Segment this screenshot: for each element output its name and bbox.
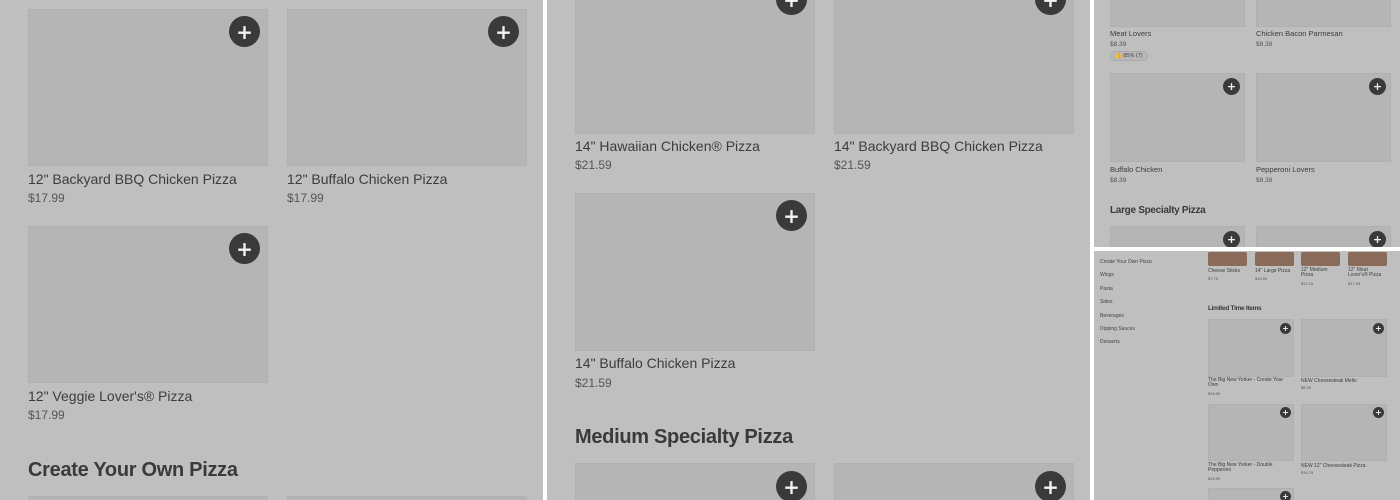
sidebar-item-wings[interactable]: Wings [1100,272,1114,278]
product-image[interactable] [1348,252,1387,266]
add-item-button[interactable]: + [1369,78,1386,95]
add-item-button[interactable]: + [1223,231,1240,247]
product-price: $8.39 [1110,41,1127,48]
product-image[interactable] [287,496,527,500]
product-name[interactable]: 14" Backyard BBQ Chicken Pizza [834,138,1043,154]
sidebar-item-beverages[interactable]: Beverages [1100,313,1124,319]
product-name[interactable]: Meat Lovers [1110,29,1151,38]
product-price: $21.59 [575,376,612,390]
sidebar-item-desserts[interactable]: Desserts [1100,339,1120,345]
add-item-button[interactable]: + [1373,407,1384,418]
product-name[interactable]: 12" Meat Lover's® Pizza [1348,268,1384,278]
add-item-button[interactable]: + [776,200,807,231]
add-item-button[interactable]: + [1035,471,1066,500]
product-name[interactable]: Pepperoni Lovers [1256,165,1315,174]
product-name[interactable]: NEW 12" Cheesesteak Pizza [1301,463,1366,469]
sidebar-item-dipping-sauces[interactable]: Dipping Sauces [1100,326,1135,332]
product-price: $8.39 [1256,177,1273,184]
product-name[interactable]: 12" Medium Pizza [1301,268,1331,278]
product-name[interactable]: Chicken Bacon Parmesan [1256,29,1343,38]
product-image[interactable] [1255,252,1294,266]
product-name[interactable]: Buffalo Chicken [1110,165,1162,174]
product-price: $21.59 [834,158,871,172]
product-name[interactable]: 12" Veggie Lover's® Pizza [28,388,192,404]
add-item-button[interactable]: + [1280,491,1291,500]
product-price: $19.99 [1208,476,1221,481]
product-image[interactable] [28,496,268,500]
product-price: $8.39 [1110,177,1127,184]
add-item-button[interactable]: + [1280,323,1291,334]
product-price: $21.59 [575,158,612,172]
menu-panel-full-page: Create Your Own Pizza Wings Pasta Sides … [1094,251,1400,500]
product-name[interactable]: 12" Buffalo Chicken Pizza [287,171,447,187]
product-name[interactable]: NEW Cheesesteak Melts [1301,378,1357,384]
sidebar-item-pasta[interactable]: Pasta [1100,286,1113,292]
product-name[interactable]: 14" Buffalo Chicken Pizza [575,355,735,371]
product-name[interactable]: 14" Hawaiian Chicken® Pizza [575,138,760,154]
product-price: $8.39 [1301,385,1312,390]
sidebar-item-create-your-own-pizza[interactable]: Create Your Own Pizza [1100,259,1152,265]
product-price: $16.79 [1301,470,1314,475]
menu-panel-14in-specialty: + 14" Hawaiian Chicken® Pizza $21.59 + 1… [547,0,1090,500]
sidebar-item-sides[interactable]: Sides [1100,299,1113,305]
product-price: $19.99 [1208,391,1221,396]
product-name[interactable]: The Big New Yorker - Double Pepperoni [1208,463,1292,473]
product-price: $17.99 [1348,281,1361,286]
product-price: $17.99 [28,408,65,422]
add-item-button[interactable]: + [229,233,260,264]
product-image[interactable] [1301,252,1340,266]
add-item-button[interactable]: + [1373,323,1384,334]
product-image[interactable] [1208,252,1247,266]
menu-panel-12in-specialty: + 12" Backyard BBQ Chicken Pizza $17.99 … [0,0,543,500]
section-heading: Create Your Own Pizza [28,459,238,481]
add-item-button[interactable]: + [1369,231,1386,247]
product-name[interactable]: Cheese Sticks [1208,268,1240,274]
product-name[interactable]: The Big New Yorker - Create Your Own [1208,378,1292,388]
product-price: $17.99 [287,191,324,205]
section-heading: Limited Time Items [1208,305,1262,312]
product-image[interactable] [834,0,1074,134]
add-item-button[interactable]: + [776,471,807,500]
product-image[interactable] [575,0,815,134]
menu-panel-small-specialty: Meat Lovers $8.39 👍 85% (7) Chicken Baco… [1094,0,1400,247]
product-name[interactable]: 12" Backyard BBQ Chicken Pizza [28,171,237,187]
product-image[interactable] [1110,0,1245,27]
product-price: $10.59 [1255,276,1268,281]
product-name[interactable]: 14" Large Pizza [1255,268,1290,274]
product-price: $7.79 [1208,276,1219,281]
product-price: $17.99 [28,191,65,205]
product-image[interactable] [1256,0,1391,27]
section-heading: Large Specialty Pizza [1110,205,1206,216]
add-item-button[interactable]: + [229,16,260,47]
add-item-button[interactable]: + [488,16,519,47]
product-price: $12.19 [1301,281,1314,286]
rating-badge: 👍 85% (7) [1110,51,1148,61]
product-price: $8.39 [1256,41,1273,48]
add-item-button[interactable]: + [1223,78,1240,95]
add-item-button[interactable]: + [1280,407,1291,418]
section-heading: Medium Specialty Pizza [575,426,793,448]
